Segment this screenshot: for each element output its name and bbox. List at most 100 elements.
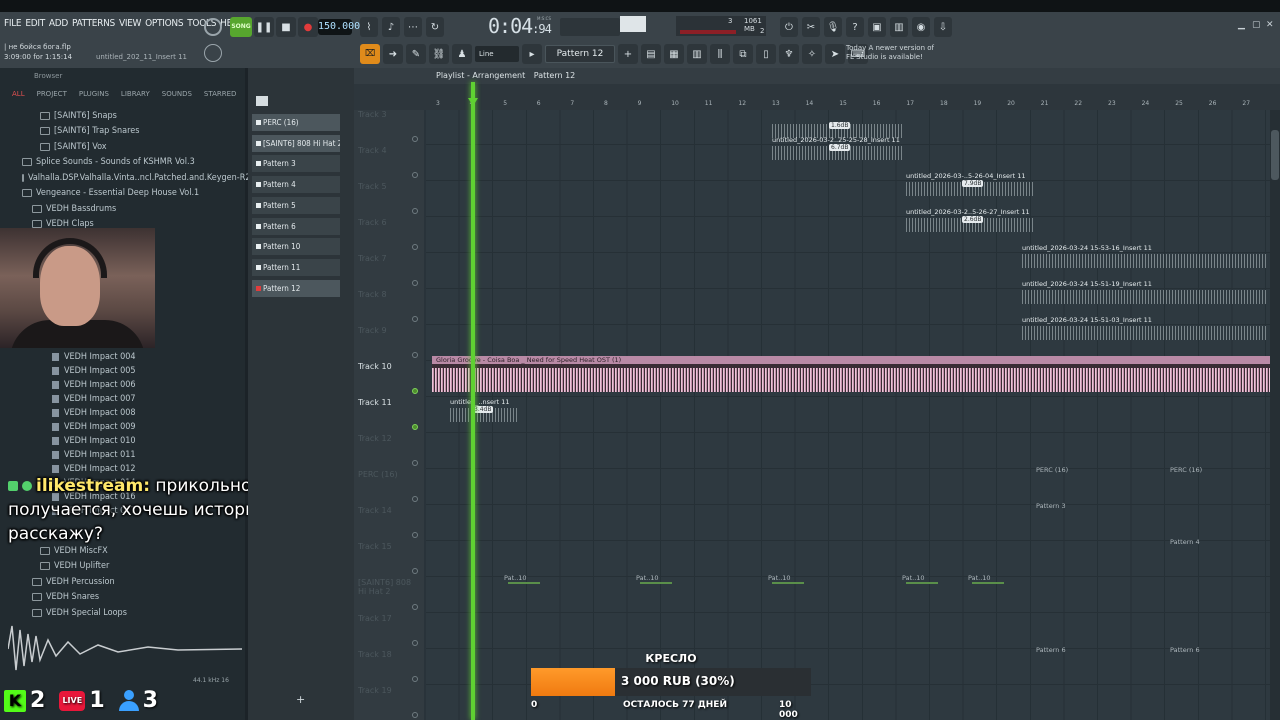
timeline-ruler[interactable]: 3456789101112131415161718192021222324252… (424, 98, 1270, 110)
track-header[interactable]: Track 3 (358, 110, 420, 146)
channel-rack-icon[interactable]: ▥ (687, 44, 707, 64)
track-header[interactable]: Track 19 (358, 686, 420, 720)
browser-tab-library[interactable]: LIBRARY (121, 90, 150, 106)
menu-item-add[interactable]: ADD (49, 18, 68, 29)
pattern-item[interactable]: [SAINT6] 808 Hi Hat 2 (252, 134, 340, 152)
audio-clip[interactable]: untitled_2026-03-2..25-25-28_Insert 11 6.… (772, 136, 902, 162)
track-header[interactable]: Track 6 (358, 218, 420, 254)
power-icon[interactable]: ⏻ (780, 17, 798, 37)
track-mute-icon[interactable] (412, 676, 418, 682)
cut-icon[interactable]: ✂ (802, 17, 820, 37)
audio-clip[interactable]: untitled_2026-03-24 15-51-19_Insert 11 (1022, 280, 1266, 306)
sample-file[interactable]: VEDH Impact 006 (0, 378, 245, 392)
pattern-clip-pat10-1[interactable]: Pat..10 (504, 574, 540, 584)
track-header[interactable]: PERC (16) (358, 470, 420, 506)
folder-item[interactable]: VEDH Snares (0, 590, 245, 606)
track-header[interactable]: [SAINT6] 808 Hi Hat 2 (358, 578, 420, 614)
track-mute-icon[interactable] (412, 496, 418, 502)
sample-file[interactable]: VEDH Impact 010 (0, 434, 245, 448)
audio-clip[interactable]: untitled_2026-03-24 15-51-03_Insert 11 (1022, 316, 1266, 342)
track-mute-icon[interactable] (412, 208, 418, 214)
track-header[interactable]: Track 7 (358, 254, 420, 290)
piano-roll-icon[interactable]: ▦ (664, 44, 684, 64)
folder-item[interactable]: VEDH Special Loops (0, 605, 245, 621)
pattern-item[interactable]: PERC (16) (252, 114, 340, 131)
pattern-clip-pat10-4[interactable]: Pat..10 (902, 574, 938, 584)
plugin-icon[interactable]: ♆ (779, 44, 799, 64)
arrow-icon[interactable]: ➜ (383, 44, 403, 64)
snap-select[interactable]: Line (475, 46, 519, 62)
pattern-item[interactable]: Pattern 11 (252, 258, 340, 276)
news-panel[interactable]: Today A newer version of FL Studio is av… (846, 44, 934, 62)
track-mute-icon[interactable] (412, 388, 418, 394)
prev-pattern-icon[interactable]: ▸ (522, 44, 542, 64)
pattern-item[interactable]: Pattern 4 (252, 176, 340, 194)
save-icon[interactable]: ▣ (868, 17, 886, 37)
minimize-icon[interactable]: ▁ (1238, 20, 1245, 30)
track-header[interactable]: Track 8 (358, 290, 420, 326)
chat-icon[interactable]: ◉ (912, 17, 930, 37)
pattern-clip-pat10-5[interactable]: Pat..10 (968, 574, 1004, 584)
add-pattern-icon[interactable]: + (618, 44, 638, 64)
audio-clip-small[interactable]: untitled_..nsert 11 3.4dB (450, 398, 518, 424)
track-header[interactable]: Track 12 (358, 434, 420, 470)
menu-item-options[interactable]: OPTIONS (145, 18, 183, 29)
pencil-icon[interactable]: ✎ (406, 44, 426, 64)
render-icon[interactable]: ➤ (825, 44, 845, 64)
track-mute-icon[interactable] (412, 424, 418, 430)
menu-item-patterns[interactable]: PATTERNS (72, 18, 115, 29)
browser-tab-starred[interactable]: STARRED (204, 90, 237, 106)
audio-clip-main[interactable]: Gloria Groove - Coisa Boa _ Need for Spe… (432, 356, 1270, 392)
arrangement-grid[interactable]: 1.6dB untitled_2026-03-2..25-25-28_Insert… (426, 110, 1270, 720)
mixer-window-icon[interactable]: ⫼ (710, 44, 730, 64)
track-mute-icon[interactable] (412, 280, 418, 286)
track-mute-icon[interactable] (412, 604, 418, 610)
track-mute-icon[interactable] (412, 640, 418, 646)
browser-tab-sounds[interactable]: SOUNDS (162, 90, 192, 106)
tempo-display[interactable]: 150.000 (318, 19, 360, 35)
track-mute-icon[interactable] (412, 172, 418, 178)
audio-clip[interactable]: untitled_2026-03-24 15-53-16_Insert 11 (1022, 244, 1266, 270)
typing-keyboard-icon[interactable]: ⌇ (360, 17, 378, 37)
pattern-item[interactable]: Pattern 3 (252, 155, 340, 173)
sample-file[interactable]: VEDH Impact 005 (0, 364, 245, 378)
pattern-item[interactable]: Pattern 10 (252, 238, 340, 256)
maximize-icon[interactable]: ▢ (1252, 20, 1261, 30)
pattern-clip-pattern6-2[interactable]: Pattern 6 (1170, 646, 1200, 654)
close-icon[interactable]: ✕ (1266, 20, 1274, 30)
sample-file[interactable]: VEDH Impact 004 (0, 350, 245, 364)
sample-file[interactable]: VEDH Impact 007 (0, 392, 245, 406)
folder-item[interactable]: VEDH Uplifter (0, 559, 245, 575)
folder-item[interactable]: Splice Sounds - Sounds of KSHMR Vol.3 (0, 155, 245, 171)
pattern-clip-perc-2[interactable]: PERC (16) (1170, 466, 1202, 474)
track-mute-icon[interactable] (412, 352, 418, 358)
sample-file[interactable]: VEDH Impact 008 (0, 406, 245, 420)
track-header[interactable]: Track 5 (358, 182, 420, 218)
download-icon[interactable]: ⇩ (934, 17, 952, 37)
track-header[interactable]: Track 9 (358, 326, 420, 362)
playlist-scrollbar[interactable] (1270, 110, 1280, 720)
master-pitch-knob[interactable] (204, 44, 222, 62)
mixer-icon[interactable]: ▥ (890, 17, 908, 37)
track-header[interactable]: Track 17 (358, 614, 420, 650)
plugin-picker-icon[interactable]: ⧉ (733, 44, 753, 64)
track-mute-icon[interactable] (412, 316, 418, 322)
browser-tab-all[interactable]: ALL (12, 90, 25, 106)
track-mute-icon[interactable] (412, 568, 418, 574)
pattern-selector[interactable]: Pattern 12 (545, 45, 615, 63)
help-icon[interactable]: ? (846, 17, 864, 37)
track-header[interactable]: Track 14 (358, 506, 420, 542)
track-header[interactable]: Track 11 (358, 398, 420, 434)
track-mute-icon[interactable] (412, 712, 418, 718)
browser-icon[interactable]: ▯ (756, 44, 776, 64)
track-mute-icon[interactable] (412, 460, 418, 466)
menu-item-view[interactable]: VIEW (119, 18, 141, 29)
audio-clip[interactable]: untitled_2026-03-2..5-26-27_Insert 11 2.6… (906, 208, 1034, 234)
pattern-clip-pattern3[interactable]: Pattern 3 (1036, 502, 1066, 510)
folder-item[interactable]: VEDH Percussion (0, 574, 245, 590)
add-pattern-button[interactable]: + (296, 693, 305, 706)
pattern-clip-pattern4[interactable]: Pattern 4 (1170, 538, 1200, 546)
track-mute-icon[interactable] (412, 532, 418, 538)
folder-item[interactable]: Valhalla.DSP.Valhalla.Vinta..ncl.Patched… (0, 170, 256, 186)
track-header[interactable]: Track 15 (358, 542, 420, 578)
